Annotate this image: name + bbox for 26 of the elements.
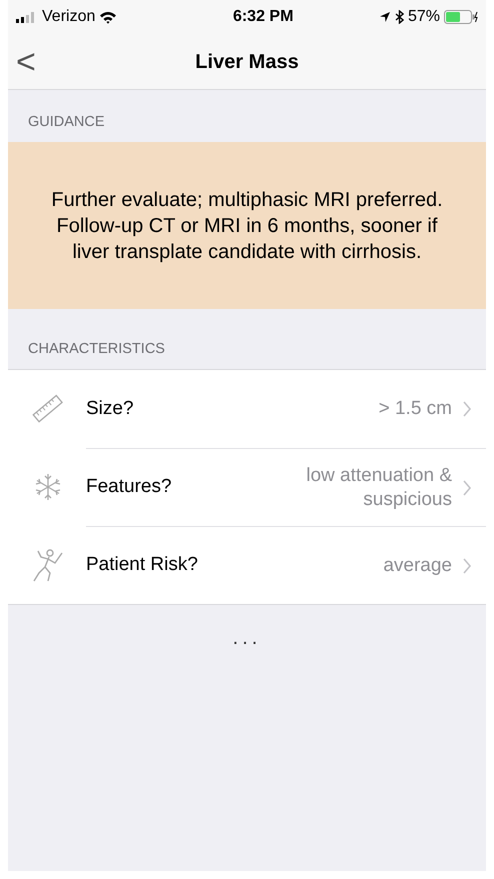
clock-time: 6:32 PM xyxy=(232,7,294,27)
section-header: GUIDANCE xyxy=(28,113,105,132)
battery-icon xyxy=(444,10,478,24)
row-value: > 1.5 cm xyxy=(378,397,452,421)
battery-percent: 57% xyxy=(408,7,440,27)
back-button[interactable]: < xyxy=(16,44,36,78)
row-value: average xyxy=(382,554,452,578)
section-header: CHARACTERISTICS xyxy=(28,340,165,360)
row-label: Size? xyxy=(86,396,135,421)
row-label: Features? xyxy=(86,475,173,500)
more-indicator: ... xyxy=(232,626,262,651)
snowflake-icon xyxy=(33,472,63,502)
wifi-icon xyxy=(99,10,118,24)
carrier-name: Verizon xyxy=(42,7,96,27)
chevron-icon xyxy=(462,558,472,574)
characteristic-row[interactable]: Patient Risk? average xyxy=(8,526,486,604)
characteristic-row[interactable]: Size? > 1.5 cm xyxy=(8,370,486,448)
chevron-icon xyxy=(462,480,472,496)
chevron-icon xyxy=(462,401,472,417)
row-label: Patient Risk? xyxy=(86,553,199,578)
screen-title: Liver Mass xyxy=(195,50,299,74)
location-arrow-icon xyxy=(378,11,391,23)
guidance-text: Further evaluate; multiphasic MRI preferred. Follow-up CT or MRI in 6 months, sooner if liver transplate candidate with cirrhosis. xyxy=(50,188,444,264)
bluetooth-icon xyxy=(394,10,404,24)
row-value: low attenuation & suspicious xyxy=(305,464,452,512)
characteristic-row[interactable]: Features? low attenuation & suspicious xyxy=(8,448,486,526)
